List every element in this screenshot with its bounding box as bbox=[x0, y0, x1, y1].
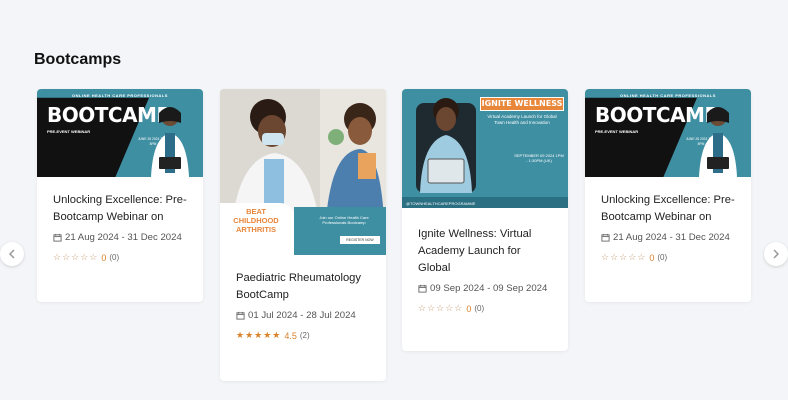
chevron-left-icon bbox=[8, 249, 15, 259]
course-thumbnail[interactable]: ONLINE HEALTH CARE PROFESSIONALS BOOTCAM… bbox=[585, 89, 751, 177]
calendar-icon bbox=[418, 284, 427, 293]
rating-value: 0 bbox=[101, 252, 107, 263]
banner-subtitle: PRE-EVENT WEBINAR bbox=[47, 129, 91, 134]
banner-headline: IGNITE WELLNESS bbox=[480, 97, 564, 111]
date-text: 09 Sep 2024 - 09 Sep 2024 bbox=[430, 283, 548, 294]
course-title[interactable]: Ignite Wellness: Virtual Academy Launch … bbox=[418, 226, 552, 277]
calendar-icon bbox=[53, 233, 62, 242]
star-rating-icon: ☆☆☆☆☆ bbox=[601, 252, 647, 262]
course-thumbnail[interactable]: BEAT CHILDHOOD ARTHRITIS Join our Online… bbox=[220, 89, 386, 255]
star-rating-icon: ★★★★★ bbox=[236, 330, 282, 340]
section-title: Bootcamps bbox=[34, 51, 122, 68]
date-range: 01 Jul 2024 - 28 Jul 2024 bbox=[236, 309, 370, 323]
course-card[interactable]: IGNITE WELLNESS Virtual Academy Launch f… bbox=[402, 89, 568, 351]
banner-handle: @TOWNHEALTHCAREPROGRAMME bbox=[406, 201, 476, 206]
star-rating-icon: ☆☆☆☆☆ bbox=[418, 303, 464, 313]
course-card[interactable]: ONLINE HEALTH CARE PROFESSIONALS BOOTCAM… bbox=[37, 89, 203, 302]
rating: ★★★★★ 4.5 (2) bbox=[236, 330, 370, 341]
doctor-illustration bbox=[699, 107, 737, 177]
rating-count: (0) bbox=[109, 253, 120, 262]
date-range: 09 Sep 2024 - 09 Sep 2024 bbox=[418, 282, 552, 296]
date-range: 21 Aug 2024 - 31 Dec 2024 bbox=[601, 231, 735, 245]
rating: ☆☆☆☆☆ 0 (0) bbox=[418, 303, 552, 314]
course-card[interactable]: ONLINE HEALTH CARE PROFESSIONALS BOOTCAM… bbox=[585, 89, 751, 302]
calendar-icon bbox=[236, 311, 245, 320]
nurse-tablet-illustration bbox=[416, 98, 476, 193]
banner-subtitle: Virtual Academy Launch for Global Town H… bbox=[487, 114, 557, 125]
rating: ☆☆☆☆☆ 0 (0) bbox=[601, 252, 735, 263]
banner-top-text: ONLINE HEALTH CARE PROFESSIONALS bbox=[72, 93, 168, 98]
banner-top-text: ONLINE HEALTH CARE PROFESSIONALS bbox=[620, 93, 716, 98]
register-now-label: REGISTER NOW bbox=[340, 236, 380, 244]
date-text: 21 Aug 2024 - 31 Dec 2024 bbox=[65, 232, 182, 243]
date-range: 21 Aug 2024 - 31 Dec 2024 bbox=[53, 231, 187, 245]
chevron-right-icon bbox=[773, 249, 780, 259]
course-thumbnail[interactable]: ONLINE HEALTH CARE PROFESSIONALS BOOTCAM… bbox=[37, 89, 203, 177]
rating-count: (2) bbox=[299, 331, 310, 340]
star-rating-icon: ☆☆☆☆☆ bbox=[53, 252, 99, 262]
calendar-icon bbox=[601, 233, 610, 242]
rating-count: (0) bbox=[657, 253, 668, 262]
course-thumbnail[interactable]: IGNITE WELLNESS Virtual Academy Launch f… bbox=[402, 89, 568, 208]
carousel-next-button[interactable] bbox=[764, 242, 788, 266]
course-title[interactable]: Paediatric Rheumatology BootCamp bbox=[236, 270, 370, 304]
banner-info: SEPTEMBER 09 2024 1PM - 1:30PM (UK) bbox=[514, 153, 564, 163]
banner-join-text: Join our Online Health Care Professional… bbox=[319, 215, 369, 225]
rating-count: (0) bbox=[474, 304, 485, 313]
course-title[interactable]: Unlocking Excellence: Pre-Bootcamp Webin… bbox=[601, 192, 735, 226]
rating-value: 4.5 bbox=[284, 330, 297, 341]
doctor-illustration bbox=[151, 107, 189, 177]
carousel-prev-button[interactable] bbox=[0, 242, 24, 266]
banner-headline: BEAT CHILDHOOD ARTHRITIS bbox=[233, 207, 279, 234]
course-card[interactable]: BEAT CHILDHOOD ARTHRITIS Join our Online… bbox=[220, 89, 386, 381]
rating-value: 0 bbox=[649, 252, 655, 263]
rating-value: 0 bbox=[466, 303, 472, 314]
date-text: 21 Aug 2024 - 31 Dec 2024 bbox=[613, 232, 730, 243]
course-title[interactable]: Unlocking Excellence: Pre-Bootcamp Webin… bbox=[53, 192, 187, 226]
banner-subtitle: PRE-EVENT WEBINAR bbox=[595, 129, 639, 134]
rating: ☆☆☆☆☆ 0 (0) bbox=[53, 252, 187, 263]
date-text: 01 Jul 2024 - 28 Jul 2024 bbox=[248, 310, 356, 321]
